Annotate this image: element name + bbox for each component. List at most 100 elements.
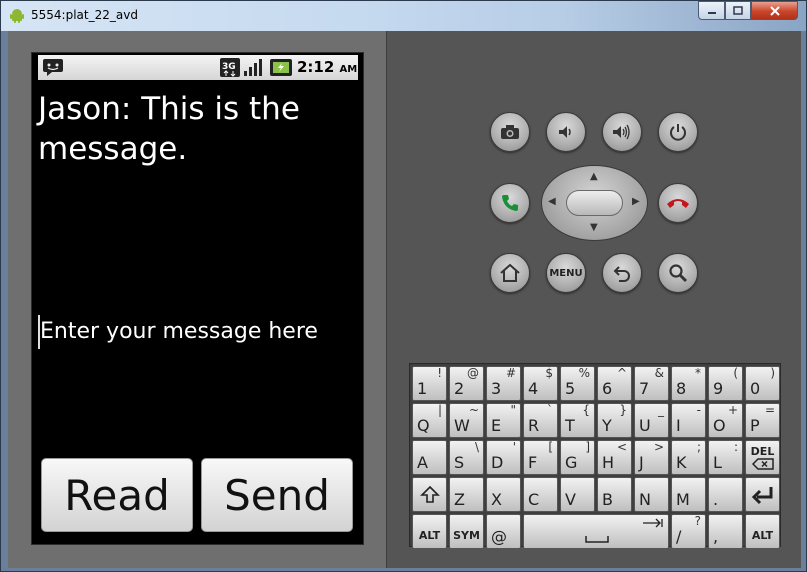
key-w[interactable]: W ~ <box>449 403 484 438</box>
device-screen[interactable]: 3G 2:12 AM Jason: This is the message. E… <box>31 52 364 545</box>
key-alt-label: : <box>733 440 738 454</box>
home-button[interactable] <box>490 253 530 293</box>
key-f[interactable]: F[ <box>523 440 558 475</box>
call-button[interactable] <box>490 183 530 223</box>
message-input[interactable]: Enter your message here <box>38 315 358 349</box>
status-bar[interactable]: 3G 2:12 AM <box>38 55 358 80</box>
key-label: C <box>528 490 540 509</box>
key-char[interactable]: , <box>708 514 743 549</box>
key-5[interactable]: 5% <box>560 366 595 401</box>
key-c[interactable]: C <box>523 477 558 512</box>
key-p[interactable]: P = <box>745 403 780 438</box>
key-q[interactable]: Q | <box>412 403 447 438</box>
key-g[interactable]: G] <box>560 440 595 475</box>
key-alt-label: @ <box>467 366 479 380</box>
menu-button[interactable]: MENU <box>546 253 586 293</box>
key-6[interactable]: 6 ^ <box>597 366 632 401</box>
status-clock: 2:12 AM <box>297 58 358 76</box>
power-button[interactable] <box>658 112 698 152</box>
key-e[interactable]: E " <box>486 403 521 438</box>
space-key[interactable] <box>523 514 669 549</box>
close-button[interactable] <box>751 1 798 20</box>
key-z[interactable]: Z <box>449 477 484 512</box>
key-label: M <box>676 490 690 509</box>
dpad-center-button[interactable] <box>566 190 623 216</box>
key-8[interactable]: 8 * <box>671 366 706 401</box>
home-icon <box>500 263 520 282</box>
device-panel: 3G 2:12 AM Jason: This is the message. E… <box>8 31 386 568</box>
key-label: 9 <box>713 379 724 398</box>
key-label: L <box>713 453 722 472</box>
key-x[interactable]: X <box>486 477 521 512</box>
key-l[interactable]: L: <box>708 440 743 475</box>
dpad-down-arrow-icon[interactable]: ▼ <box>590 222 598 233</box>
key-label: @ <box>491 527 507 546</box>
sym-key[interactable]: SYM <box>449 514 484 549</box>
alt-key[interactable]: ALT <box>745 514 780 549</box>
key-label: F <box>528 453 538 472</box>
key-d[interactable]: D ' <box>486 440 521 475</box>
key-t[interactable]: T{ <box>560 403 595 438</box>
key-alt-label: ^ <box>616 366 627 380</box>
key-label: K <box>676 453 687 472</box>
key-k[interactable]: K; <box>671 440 706 475</box>
key-s[interactable]: S \ <box>449 440 484 475</box>
android-icon <box>10 9 24 23</box>
key-alt-label: ! <box>437 366 442 380</box>
network-3g-icon: 3G <box>220 58 240 77</box>
dpad-right-arrow-icon[interactable]: ▶ <box>632 196 640 207</box>
dpad-up-arrow-icon[interactable]: ▲ <box>590 171 598 182</box>
enter-key[interactable] <box>745 477 780 512</box>
volume-down-button[interactable] <box>546 112 586 152</box>
key-3[interactable]: 3 # <box>486 366 521 401</box>
minimize-button[interactable] <box>698 1 725 20</box>
key-alt-label: ) <box>770 366 775 380</box>
key-n[interactable]: N <box>634 477 669 512</box>
send-button[interactable]: Send <box>201 458 353 532</box>
shift-key[interactable] <box>412 477 447 512</box>
end-call-button[interactable] <box>658 183 698 223</box>
volume-up-button[interactable] <box>602 112 642 152</box>
key-b[interactable]: B <box>597 477 632 512</box>
maximize-icon <box>733 6 743 15</box>
key-h[interactable]: H < <box>597 440 632 475</box>
key-1[interactable]: 1! <box>412 366 447 401</box>
key-m[interactable]: M <box>671 477 706 512</box>
key-char[interactable]: /? <box>671 514 706 549</box>
key-label: A <box>417 453 428 472</box>
key-j[interactable]: J > <box>634 440 669 475</box>
key-4[interactable]: 4 $ <box>523 366 558 401</box>
maximize-button[interactable] <box>725 1 751 20</box>
end-call-icon <box>667 199 689 208</box>
title-bar[interactable]: 5554:plat_22_avd <box>1 1 806 31</box>
key-i[interactable]: I- <box>671 403 706 438</box>
key-o[interactable]: O + <box>708 403 743 438</box>
key-2[interactable]: 2 @ <box>449 366 484 401</box>
key-9[interactable]: 9( <box>708 366 743 401</box>
key-v[interactable]: V <box>560 477 595 512</box>
key-alt-label: * <box>695 366 701 380</box>
back-button[interactable] <box>602 253 642 293</box>
emulator-client-area: 3G 2:12 AM Jason: This is the message. E… <box>8 31 801 568</box>
camera-button[interactable] <box>490 112 530 152</box>
emulator-window: 5554:plat_22_avd 3G 2:12 AM Jason: This … <box>0 0 807 572</box>
key-a[interactable]: A <box>412 440 447 475</box>
key-u[interactable]: U _ <box>634 403 669 438</box>
key-7[interactable]: 7 & <box>634 366 669 401</box>
key-alt-label: = <box>764 403 775 417</box>
dpad[interactable]: ▲ ▼ ◀ ▶ <box>541 165 648 241</box>
alt-key[interactable]: ALT <box>412 514 447 549</box>
window-title: 5554:plat_22_avd <box>31 8 138 22</box>
search-button[interactable] <box>658 253 698 293</box>
key-r[interactable]: R ` <box>523 403 558 438</box>
key-alt-label: \ <box>474 440 479 454</box>
delete-key[interactable]: DEL <box>745 440 780 475</box>
key-char[interactable]: @ <box>486 514 521 549</box>
key-label: N <box>639 490 651 509</box>
key-char[interactable]: . <box>708 477 743 512</box>
key-alt-label: > <box>653 440 664 454</box>
read-button[interactable]: Read <box>41 458 193 532</box>
dpad-left-arrow-icon[interactable]: ◀ <box>548 196 556 207</box>
key-0[interactable]: 0) <box>745 366 780 401</box>
key-y[interactable]: Y} <box>597 403 632 438</box>
